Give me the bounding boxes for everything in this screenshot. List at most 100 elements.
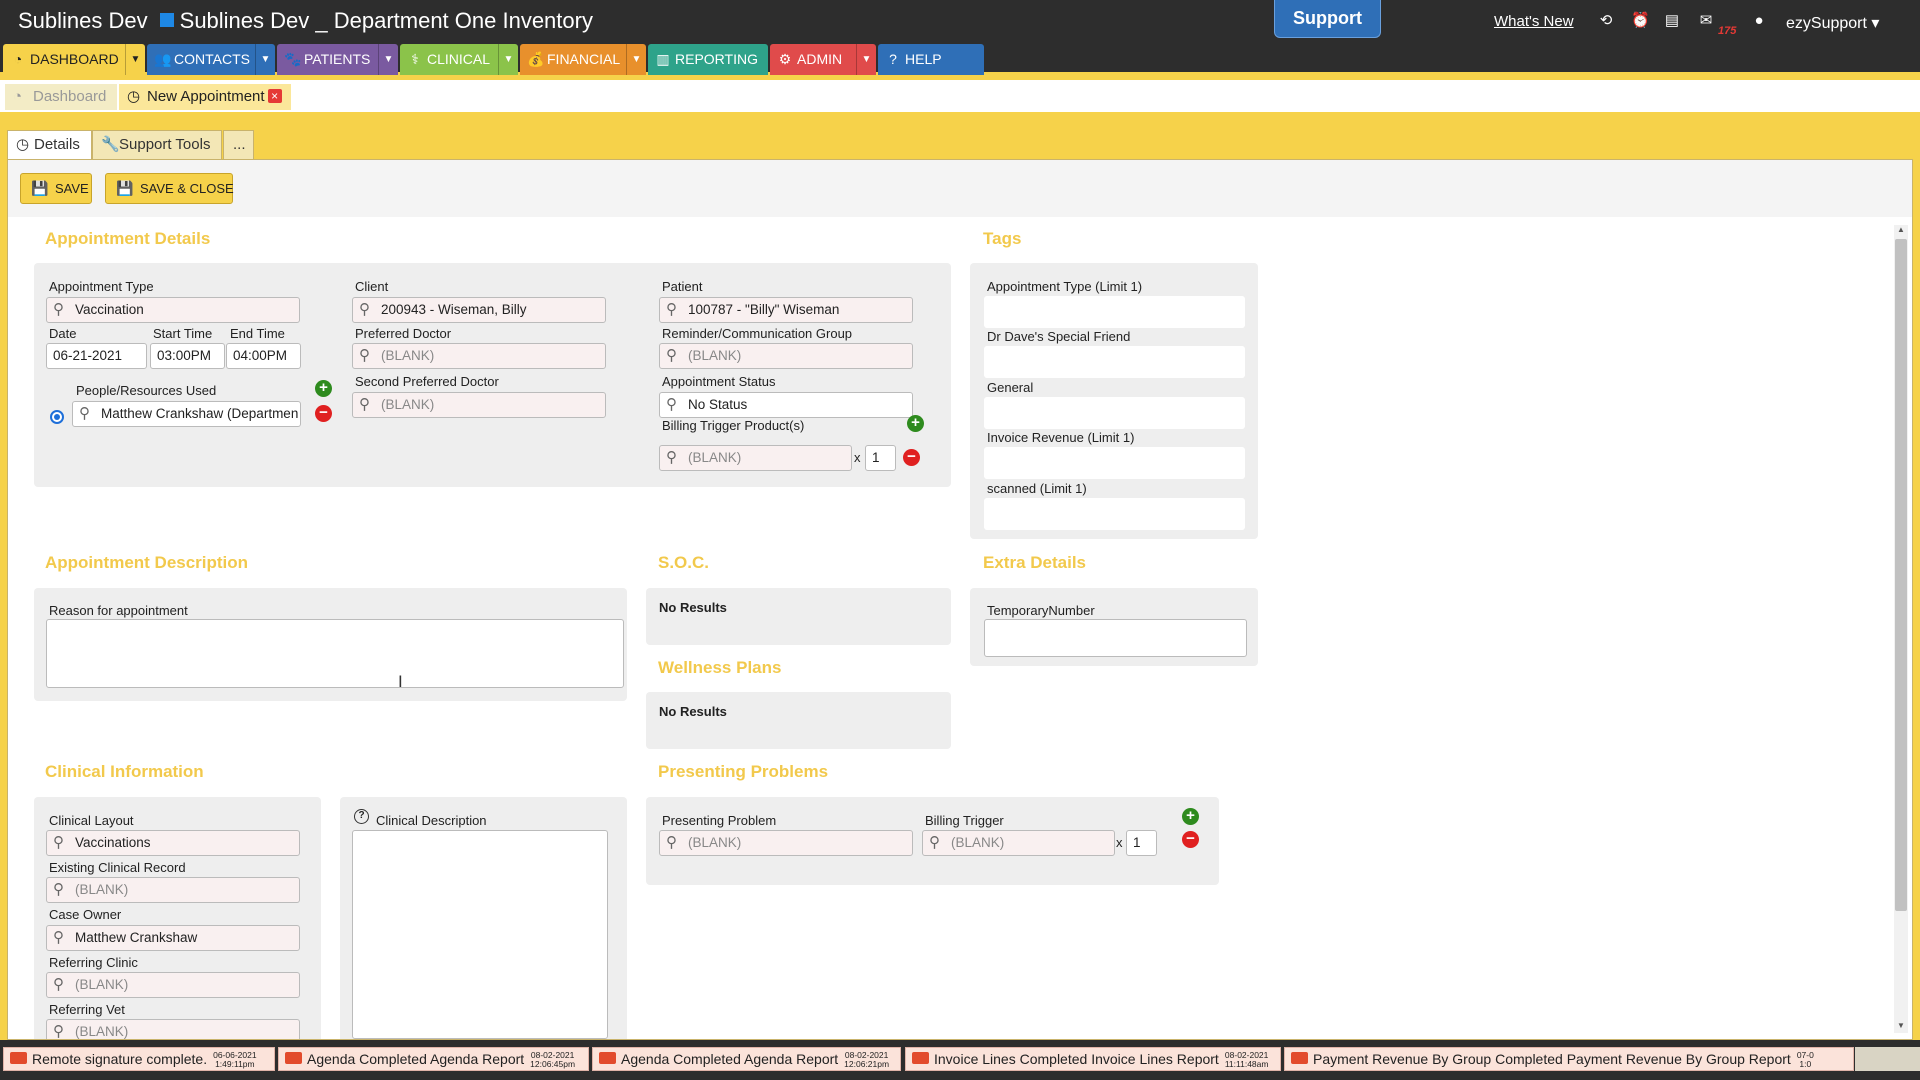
floppy-icon: 💾	[31, 180, 49, 196]
tag-field-general[interactable]	[984, 397, 1245, 429]
appointment-status-field[interactable]: ⚲ No Status	[659, 392, 913, 418]
clinical-description-textarea[interactable]	[352, 830, 608, 1039]
envelope-icon	[285, 1052, 302, 1064]
tab-details[interactable]: ◷ Details	[7, 130, 92, 159]
search-icon: ⚲	[53, 976, 64, 993]
whats-new-link[interactable]: What's New	[1494, 13, 1574, 30]
reminder-group-field[interactable]: ⚲ (BLANK)	[659, 343, 913, 369]
open-tab-dashboard[interactable]: ◔ Dashboard	[5, 84, 117, 110]
tag-label-appointment-type: Appointment Type (Limit 1)	[987, 279, 1143, 294]
appointment-type-field[interactable]: ⚲ Vaccination	[46, 297, 300, 323]
chevron-down-icon[interactable]: ▼	[856, 44, 876, 75]
referring-clinic-field[interactable]: ⚲ (BLANK)	[46, 972, 300, 998]
nav-clinical-label: CLINICAL	[427, 51, 491, 67]
scroll-up-icon[interactable]: ▲	[1894, 225, 1908, 237]
notification-item[interactable]: Invoice Lines Completed Invoice Lines Re…	[905, 1047, 1281, 1071]
search-icon: ⚲	[929, 834, 940, 851]
notification-text: Agenda Completed Agenda Report	[621, 1051, 839, 1067]
chevron-down-icon[interactable]: ▼	[125, 44, 145, 75]
referring-vet-field[interactable]: ⚲ (BLANK)	[46, 1019, 300, 1039]
nav-contacts-label: CONTACTS	[174, 51, 250, 67]
search-icon: ⚲	[53, 881, 64, 898]
tag-field-invoice-revenue[interactable]	[984, 447, 1245, 479]
reason-textarea[interactable]	[46, 619, 624, 688]
support-button[interactable]: Support	[1274, 0, 1381, 38]
close-icon[interactable]: ×	[267, 89, 282, 103]
tab-support-tools[interactable]: 🔧 Support Tools	[92, 130, 222, 159]
chevron-down-icon[interactable]: ▼	[498, 44, 518, 75]
clinical-layout-field[interactable]: ⚲ Vaccinations	[46, 830, 300, 856]
start-time-field[interactable]: 03:00PM	[150, 343, 225, 369]
referring-vet-value: (BLANK)	[75, 1024, 129, 1039]
people-resource-field[interactable]: ⚲ Matthew Crankshaw (Departmen	[72, 401, 301, 427]
alarm-icon[interactable]: ⏰	[1631, 12, 1650, 30]
save-button[interactable]: 💾 SAVE	[20, 173, 92, 204]
history-icon[interactable]: ⟲	[1597, 12, 1615, 30]
presenting-billing-trigger-field[interactable]: ⚲ (BLANK)	[922, 830, 1115, 856]
scroll-down-icon[interactable]: ▼	[1894, 1021, 1908, 1033]
notification-item[interactable]: Agenda Completed Agenda Report 08-02-2021…	[592, 1047, 901, 1071]
notification-item[interactable]: Remote signature complete. 06-06-2021 1:49…	[3, 1047, 275, 1071]
notification-item[interactable]: Payment Revenue By Group Completed Payme…	[1284, 1047, 1854, 1071]
tab-more[interactable]: ...	[223, 130, 254, 159]
client-field[interactable]: ⚲ 200943 - Wiseman, Billy	[352, 297, 606, 323]
nav-admin[interactable]: ⚙ ADMIN ▼	[770, 44, 876, 75]
chevron-down-icon[interactable]: ▼	[255, 44, 275, 75]
case-owner-field[interactable]: ⚲ Matthew Crankshaw	[46, 925, 300, 951]
preferred-doctor-field[interactable]: ⚲ (BLANK)	[352, 343, 606, 369]
tag-label-special-friend: Dr Dave's Special Friend	[987, 329, 1131, 344]
open-tab-new-appointment[interactable]: ◷ New Appointment ×	[119, 84, 291, 110]
details-panel: 💾 SAVE 💾 SAVE & CLOSE Appointment Details …	[7, 159, 1913, 1040]
add-resource-button[interactable]: +	[315, 380, 332, 397]
nav-financial[interactable]: 💰 FINANCIAL ▼	[520, 44, 646, 75]
printer-icon[interactable]: ▤	[1663, 12, 1681, 30]
billing-product-field[interactable]: ⚲ (BLANK)	[659, 445, 852, 471]
patient-field[interactable]: ⚲ 100787 - "Billy" Wiseman	[659, 297, 913, 323]
help-circle-icon[interactable]: ?	[354, 809, 369, 824]
billing-product-qty-field[interactable]: 1	[865, 445, 896, 471]
nav-clinical[interactable]: ⚕ CLINICAL ▼	[400, 44, 518, 75]
mail-icon[interactable]: ✉	[1697, 12, 1715, 30]
presenting-qty-field[interactable]: 1	[1126, 830, 1157, 856]
vertical-scrollbar[interactable]: ▲ ▼	[1894, 225, 1908, 1033]
nav-reporting[interactable]: ▥ REPORTING	[648, 44, 768, 75]
tag-field-scanned[interactable]	[984, 498, 1245, 530]
wrench-icon: 🔧	[101, 136, 120, 153]
soc-title: S.O.C.	[658, 553, 710, 572]
billing-product-times-label: x	[854, 450, 861, 465]
scroll-thumb[interactable]	[1895, 239, 1907, 911]
user-icon[interactable]: ●	[1750, 12, 1768, 30]
presenting-problem-field[interactable]: ⚲ (BLANK)	[659, 830, 913, 856]
chevron-down-icon[interactable]: ▼	[626, 44, 646, 75]
search-icon: ⚲	[666, 449, 677, 466]
remove-billing-product-button[interactable]: −	[903, 449, 920, 466]
notification-timestamp: 06-06-2021 1:49:11pm	[213, 1050, 257, 1070]
nav-patients[interactable]: 🐾 PATIENTS ▼	[277, 44, 398, 75]
primary-resource-radio[interactable]	[50, 410, 64, 424]
nav-dashboard[interactable]: ◔ DASHBOARD ▼	[3, 44, 145, 75]
temporary-number-field[interactable]	[984, 619, 1247, 657]
date-field[interactable]: 06-21-2021	[46, 343, 147, 369]
wellness-no-results: No Results	[659, 704, 727, 719]
second-doctor-value: (BLANK)	[381, 397, 435, 412]
remove-presenting-problem-button[interactable]: −	[1182, 831, 1199, 848]
paw-icon: 🐾	[284, 51, 302, 67]
search-icon: ⚲	[79, 405, 90, 422]
end-time-field[interactable]: 04:00PM	[226, 343, 301, 369]
envelope-icon	[1291, 1052, 1308, 1064]
save-close-button[interactable]: 💾 SAVE & CLOSE	[105, 173, 234, 204]
remove-resource-button[interactable]: −	[315, 405, 332, 422]
user-menu[interactable]: ezySupport ▾	[1786, 13, 1879, 33]
existing-clinical-record-field[interactable]: ⚲ (BLANK)	[46, 877, 300, 903]
appointment-description-title: Appointment Description	[45, 553, 249, 572]
add-billing-product-button[interactable]: +	[907, 415, 924, 432]
tag-field-appointment-type[interactable]	[984, 296, 1245, 328]
notification-item[interactable]: Agenda Completed Agenda Report 08-02-2021…	[278, 1047, 589, 1071]
nav-contacts[interactable]: 👥 CONTACTS ▼	[147, 44, 275, 75]
tag-field-special-friend[interactable]	[984, 346, 1245, 378]
second-doctor-field[interactable]: ⚲ (BLANK)	[352, 392, 606, 418]
nav-help[interactable]: ? HELP	[878, 44, 984, 75]
add-presenting-problem-button[interactable]: +	[1182, 808, 1199, 825]
client-value: 200943 - Wiseman, Billy	[381, 302, 527, 317]
chevron-down-icon[interactable]: ▼	[378, 44, 398, 75]
